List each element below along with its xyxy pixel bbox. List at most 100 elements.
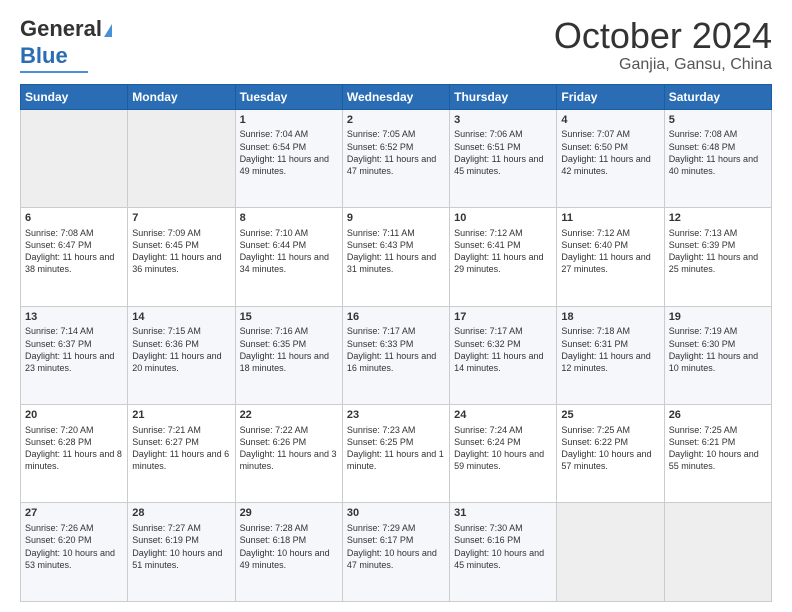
cell-info: Sunrise: 7:14 AM Sunset: 6:37 PM Dayligh… <box>25 325 123 374</box>
day-number: 12 <box>669 211 767 226</box>
cell-1-1: 7Sunrise: 7:09 AM Sunset: 6:45 PM Daylig… <box>128 208 235 306</box>
week-row-1: 6Sunrise: 7:08 AM Sunset: 6:47 PM Daylig… <box>21 208 772 306</box>
col-tuesday: Tuesday <box>235 84 342 109</box>
cell-info: Sunrise: 7:09 AM Sunset: 6:45 PM Dayligh… <box>132 227 230 276</box>
day-number: 29 <box>240 506 338 521</box>
cell-info: Sunrise: 7:08 AM Sunset: 6:47 PM Dayligh… <box>25 227 123 276</box>
cell-info: Sunrise: 7:28 AM Sunset: 6:18 PM Dayligh… <box>240 522 338 571</box>
cell-info: Sunrise: 7:25 AM Sunset: 6:21 PM Dayligh… <box>669 424 767 473</box>
col-monday: Monday <box>128 84 235 109</box>
cell-4-4: 31Sunrise: 7:30 AM Sunset: 6:16 PM Dayli… <box>450 503 557 602</box>
day-number: 30 <box>347 506 445 521</box>
day-number: 31 <box>454 506 552 521</box>
logo-underline <box>20 71 88 73</box>
cell-info: Sunrise: 7:30 AM Sunset: 6:16 PM Dayligh… <box>454 522 552 571</box>
cell-info: Sunrise: 7:16 AM Sunset: 6:35 PM Dayligh… <box>240 325 338 374</box>
day-number: 17 <box>454 310 552 325</box>
title-block: October 2024 Ganjia, Gansu, China <box>554 16 772 74</box>
cell-2-5: 18Sunrise: 7:18 AM Sunset: 6:31 PM Dayli… <box>557 306 664 404</box>
cell-info: Sunrise: 7:18 AM Sunset: 6:31 PM Dayligh… <box>561 325 659 374</box>
col-sunday: Sunday <box>21 84 128 109</box>
cell-info: Sunrise: 7:25 AM Sunset: 6:22 PM Dayligh… <box>561 424 659 473</box>
cell-info: Sunrise: 7:13 AM Sunset: 6:39 PM Dayligh… <box>669 227 767 276</box>
day-number: 25 <box>561 408 659 423</box>
calendar-subtitle: Ganjia, Gansu, China <box>554 56 772 74</box>
cell-0-5: 4Sunrise: 7:07 AM Sunset: 6:50 PM Daylig… <box>557 109 664 207</box>
day-number: 24 <box>454 408 552 423</box>
cell-4-5 <box>557 503 664 602</box>
cell-info: Sunrise: 7:08 AM Sunset: 6:48 PM Dayligh… <box>669 128 767 177</box>
day-number: 21 <box>132 408 230 423</box>
day-number: 16 <box>347 310 445 325</box>
cell-0-0 <box>21 109 128 207</box>
cell-1-6: 12Sunrise: 7:13 AM Sunset: 6:39 PM Dayli… <box>664 208 771 306</box>
logo-blue-text: Blue <box>20 43 68 69</box>
cell-info: Sunrise: 7:06 AM Sunset: 6:51 PM Dayligh… <box>454 128 552 177</box>
logo: General Blue <box>20 16 112 73</box>
cell-3-2: 22Sunrise: 7:22 AM Sunset: 6:26 PM Dayli… <box>235 405 342 503</box>
cell-info: Sunrise: 7:21 AM Sunset: 6:27 PM Dayligh… <box>132 424 230 473</box>
cell-info: Sunrise: 7:23 AM Sunset: 6:25 PM Dayligh… <box>347 424 445 473</box>
day-number: 11 <box>561 211 659 226</box>
week-row-0: 1Sunrise: 7:04 AM Sunset: 6:54 PM Daylig… <box>21 109 772 207</box>
cell-info: Sunrise: 7:12 AM Sunset: 6:41 PM Dayligh… <box>454 227 552 276</box>
cell-info: Sunrise: 7:10 AM Sunset: 6:44 PM Dayligh… <box>240 227 338 276</box>
cell-2-4: 17Sunrise: 7:17 AM Sunset: 6:32 PM Dayli… <box>450 306 557 404</box>
cell-0-6: 5Sunrise: 7:08 AM Sunset: 6:48 PM Daylig… <box>664 109 771 207</box>
cell-info: Sunrise: 7:26 AM Sunset: 6:20 PM Dayligh… <box>25 522 123 571</box>
day-number: 3 <box>454 113 552 128</box>
week-row-2: 13Sunrise: 7:14 AM Sunset: 6:37 PM Dayli… <box>21 306 772 404</box>
day-number: 14 <box>132 310 230 325</box>
calendar-table: Sunday Monday Tuesday Wednesday Thursday… <box>20 84 772 602</box>
day-number: 28 <box>132 506 230 521</box>
day-number: 27 <box>25 506 123 521</box>
cell-1-5: 11Sunrise: 7:12 AM Sunset: 6:40 PM Dayli… <box>557 208 664 306</box>
cell-0-1 <box>128 109 235 207</box>
cell-info: Sunrise: 7:04 AM Sunset: 6:54 PM Dayligh… <box>240 128 338 177</box>
cell-4-2: 29Sunrise: 7:28 AM Sunset: 6:18 PM Dayli… <box>235 503 342 602</box>
cell-info: Sunrise: 7:11 AM Sunset: 6:43 PM Dayligh… <box>347 227 445 276</box>
cell-info: Sunrise: 7:19 AM Sunset: 6:30 PM Dayligh… <box>669 325 767 374</box>
cell-4-0: 27Sunrise: 7:26 AM Sunset: 6:20 PM Dayli… <box>21 503 128 602</box>
header: General Blue October 2024 Ganjia, Gansu,… <box>20 16 772 74</box>
cell-3-1: 21Sunrise: 7:21 AM Sunset: 6:27 PM Dayli… <box>128 405 235 503</box>
day-number: 5 <box>669 113 767 128</box>
day-number: 15 <box>240 310 338 325</box>
cell-4-1: 28Sunrise: 7:27 AM Sunset: 6:19 PM Dayli… <box>128 503 235 602</box>
cell-3-0: 20Sunrise: 7:20 AM Sunset: 6:28 PM Dayli… <box>21 405 128 503</box>
cell-3-5: 25Sunrise: 7:25 AM Sunset: 6:22 PM Dayli… <box>557 405 664 503</box>
col-wednesday: Wednesday <box>342 84 449 109</box>
cell-info: Sunrise: 7:22 AM Sunset: 6:26 PM Dayligh… <box>240 424 338 473</box>
day-number: 26 <box>669 408 767 423</box>
col-saturday: Saturday <box>664 84 771 109</box>
cell-2-2: 15Sunrise: 7:16 AM Sunset: 6:35 PM Dayli… <box>235 306 342 404</box>
day-number: 10 <box>454 211 552 226</box>
cell-info: Sunrise: 7:24 AM Sunset: 6:24 PM Dayligh… <box>454 424 552 473</box>
cell-info: Sunrise: 7:07 AM Sunset: 6:50 PM Dayligh… <box>561 128 659 177</box>
day-number: 4 <box>561 113 659 128</box>
cell-4-3: 30Sunrise: 7:29 AM Sunset: 6:17 PM Dayli… <box>342 503 449 602</box>
week-row-3: 20Sunrise: 7:20 AM Sunset: 6:28 PM Dayli… <box>21 405 772 503</box>
cell-2-0: 13Sunrise: 7:14 AM Sunset: 6:37 PM Dayli… <box>21 306 128 404</box>
cell-1-2: 8Sunrise: 7:10 AM Sunset: 6:44 PM Daylig… <box>235 208 342 306</box>
cell-1-4: 10Sunrise: 7:12 AM Sunset: 6:41 PM Dayli… <box>450 208 557 306</box>
cell-0-2: 1Sunrise: 7:04 AM Sunset: 6:54 PM Daylig… <box>235 109 342 207</box>
col-friday: Friday <box>557 84 664 109</box>
day-number: 19 <box>669 310 767 325</box>
cell-3-6: 26Sunrise: 7:25 AM Sunset: 6:21 PM Dayli… <box>664 405 771 503</box>
cell-info: Sunrise: 7:27 AM Sunset: 6:19 PM Dayligh… <box>132 522 230 571</box>
cell-2-6: 19Sunrise: 7:19 AM Sunset: 6:30 PM Dayli… <box>664 306 771 404</box>
cell-info: Sunrise: 7:17 AM Sunset: 6:32 PM Dayligh… <box>454 325 552 374</box>
day-number: 13 <box>25 310 123 325</box>
week-row-4: 27Sunrise: 7:26 AM Sunset: 6:20 PM Dayli… <box>21 503 772 602</box>
day-number: 18 <box>561 310 659 325</box>
logo-text: General <box>20 16 112 42</box>
cell-info: Sunrise: 7:17 AM Sunset: 6:33 PM Dayligh… <box>347 325 445 374</box>
header-row: Sunday Monday Tuesday Wednesday Thursday… <box>21 84 772 109</box>
cell-info: Sunrise: 7:20 AM Sunset: 6:28 PM Dayligh… <box>25 424 123 473</box>
day-number: 22 <box>240 408 338 423</box>
day-number: 1 <box>240 113 338 128</box>
cell-info: Sunrise: 7:12 AM Sunset: 6:40 PM Dayligh… <box>561 227 659 276</box>
cell-1-0: 6Sunrise: 7:08 AM Sunset: 6:47 PM Daylig… <box>21 208 128 306</box>
cell-3-4: 24Sunrise: 7:24 AM Sunset: 6:24 PM Dayli… <box>450 405 557 503</box>
